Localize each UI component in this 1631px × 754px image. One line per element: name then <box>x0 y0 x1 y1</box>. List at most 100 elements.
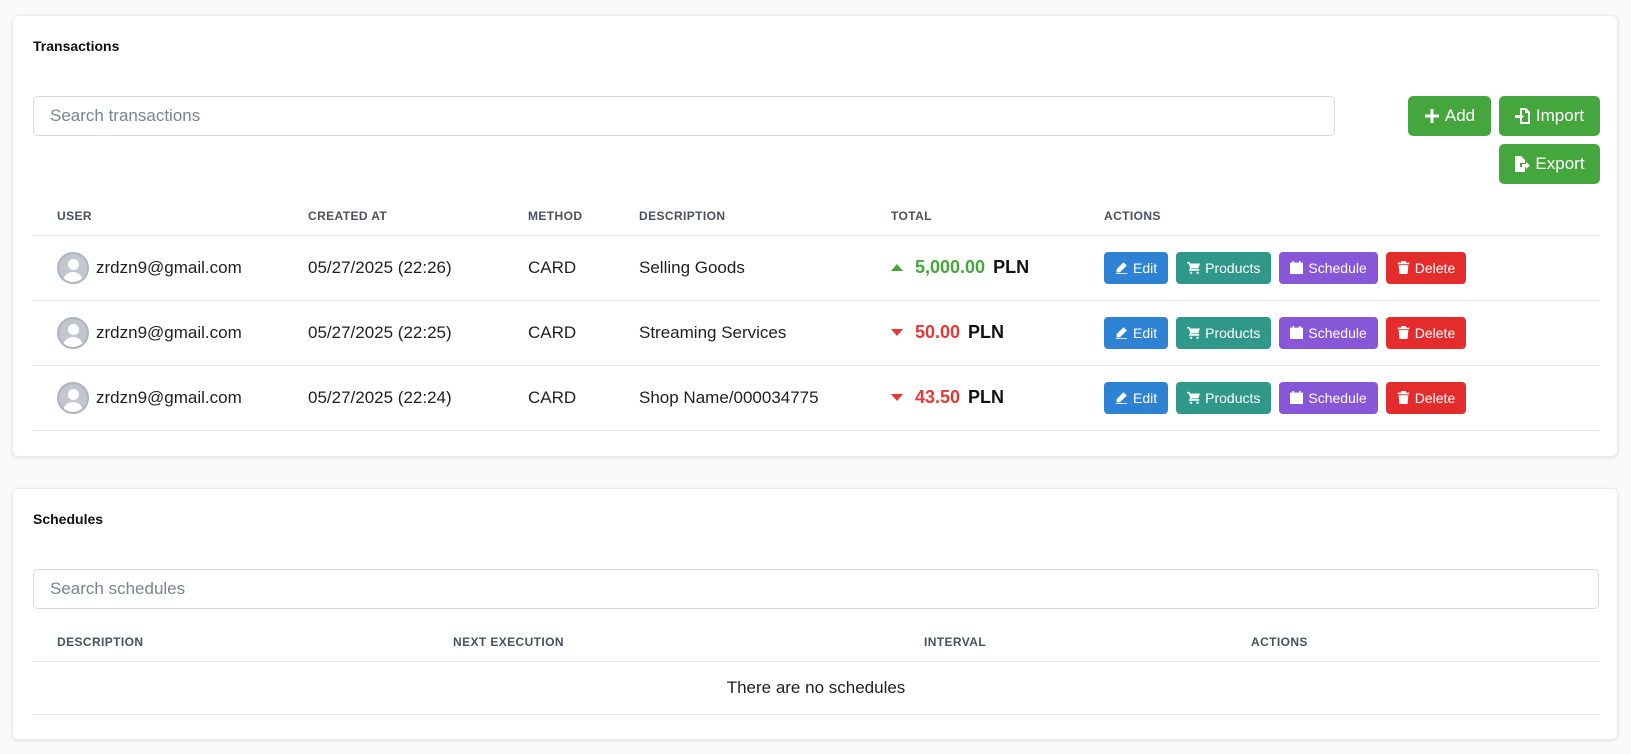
user-email: zrdzn9@gmail.com <box>96 257 242 277</box>
delete-button[interactable]: Delete <box>1385 251 1467 284</box>
table-row: zrdzn9@gmail.com 05/27/2025 (22:26) CARD Se… <box>33 235 1599 301</box>
method-cell: CARD <box>504 300 615 366</box>
edit-button-label: Edit <box>1133 259 1158 276</box>
schedules-title: Schedules <box>33 511 104 527</box>
file-export-icon <box>1515 156 1531 172</box>
delete-button[interactable]: Delete <box>1385 316 1467 349</box>
table-header-row: USER CREATED AT METHOD DESCRIPTION TOTAL… <box>33 197 1599 236</box>
calendar-icon <box>1290 326 1304 339</box>
user-avatar-icon <box>57 251 89 284</box>
edit-button-label: Edit <box>1133 389 1158 406</box>
export-button-label: Export <box>1535 154 1585 173</box>
table-row: zrdzn9@gmail.com 05/27/2025 (22:24) CARD Sh… <box>33 365 1599 431</box>
column-header-description: DESCRIPTION <box>615 197 867 236</box>
schedule-button-label: Schedule <box>1308 324 1367 341</box>
created-at-cell: 05/27/2025 (22:24) <box>284 365 504 431</box>
created-at-cell: 05/27/2025 (22:25) <box>284 300 504 366</box>
table-row: zrdzn9@gmail.com 05/27/2025 (22:25) CARD St… <box>33 300 1599 366</box>
edit-icon <box>1115 327 1128 339</box>
actions-cell: Edit Products Schedule Delete <box>1080 235 1599 301</box>
description-cell: Selling Goods <box>615 235 867 301</box>
total-amount: 43.50 <box>915 387 961 407</box>
search-schedules-input[interactable] <box>33 569 1599 609</box>
user-cell: zrdzn9@gmail.com <box>33 300 284 366</box>
user-avatar-icon <box>57 381 89 414</box>
edit-button[interactable]: Edit <box>1104 251 1169 284</box>
trash-icon <box>1397 261 1409 274</box>
user-email: zrdzn9@gmail.com <box>96 322 242 342</box>
total-amount: 5,000.00 <box>915 257 986 277</box>
total-currency: PLN <box>968 387 1005 407</box>
products-button[interactable]: Products <box>1176 251 1272 284</box>
schedules-card: Schedules DESCRIPTION NEXT EXECUTION INT… <box>12 488 1618 740</box>
total-cell: 43.50 PLN <box>867 365 1080 431</box>
calendar-icon <box>1290 391 1304 404</box>
transactions-table: USER CREATED AT METHOD DESCRIPTION TOTAL… <box>33 197 1599 431</box>
total-amount: 50.00 <box>915 322 961 342</box>
calendar-icon <box>1290 261 1304 274</box>
export-button[interactable]: Export <box>1499 144 1600 184</box>
delete-button[interactable]: Delete <box>1385 381 1467 414</box>
user-email: zrdzn9@gmail.com <box>96 387 242 407</box>
products-button-label: Products <box>1205 324 1261 341</box>
cart-icon <box>1187 261 1201 274</box>
add-button[interactable]: Add <box>1408 96 1491 136</box>
description-cell: Streaming Services <box>615 300 867 366</box>
empty-row: There are no schedules <box>33 661 1599 715</box>
user-cell: zrdzn9@gmail.com <box>33 235 284 301</box>
import-button[interactable]: Import <box>1499 96 1600 136</box>
import-button-label: Import <box>1535 106 1585 125</box>
plus-icon <box>1424 109 1439 123</box>
table-header-row: DESCRIPTION NEXT EXECUTION INTERVAL ACTI… <box>33 623 1599 662</box>
column-header-user: USER <box>33 197 284 236</box>
edit-button[interactable]: Edit <box>1104 381 1169 414</box>
schedule-button-label: Schedule <box>1308 259 1367 276</box>
trash-icon <box>1397 391 1409 404</box>
created-at-cell: 05/27/2025 (22:26) <box>284 235 504 301</box>
add-button-label: Add <box>1444 106 1476 125</box>
products-button[interactable]: Products <box>1176 381 1272 414</box>
delete-button-label: Delete <box>1414 389 1456 406</box>
delete-button-label: Delete <box>1414 324 1456 341</box>
schedule-button[interactable]: Schedule <box>1279 251 1378 284</box>
transactions-card: Transactions Add Import Export USER CREA… <box>12 15 1618 457</box>
file-import-icon <box>1514 108 1530 124</box>
search-transactions-input[interactable] <box>33 96 1335 136</box>
schedule-button[interactable]: Schedule <box>1279 381 1378 414</box>
schedules-table: DESCRIPTION NEXT EXECUTION INTERVAL ACTI… <box>33 623 1599 715</box>
caret-down-icon <box>891 394 903 401</box>
products-button[interactable]: Products <box>1176 316 1272 349</box>
trash-icon <box>1397 326 1409 339</box>
user-avatar-icon <box>57 316 89 349</box>
column-header-interval: INTERVAL <box>900 623 1227 662</box>
user-cell: zrdzn9@gmail.com <box>33 365 284 431</box>
column-header-next-execution: NEXT EXECUTION <box>429 623 900 662</box>
description-cell: Shop Name/000034775 <box>615 365 867 431</box>
total-cell: 5,000.00 PLN <box>867 235 1080 301</box>
edit-icon <box>1115 392 1128 404</box>
method-cell: CARD <box>504 365 615 431</box>
products-button-label: Products <box>1205 389 1261 406</box>
caret-up-icon <box>891 264 903 271</box>
total-currency: PLN <box>993 257 1030 277</box>
cart-icon <box>1187 326 1201 339</box>
method-cell: CARD <box>504 235 615 301</box>
schedule-button[interactable]: Schedule <box>1279 316 1378 349</box>
cart-icon <box>1187 391 1201 404</box>
products-button-label: Products <box>1205 259 1261 276</box>
edit-button[interactable]: Edit <box>1104 316 1169 349</box>
column-header-actions: ACTIONS <box>1227 623 1599 662</box>
column-header-method: METHOD <box>504 197 615 236</box>
actions-cell: Edit Products Schedule Delete <box>1080 365 1599 431</box>
caret-down-icon <box>891 329 903 336</box>
column-header-created-at: CREATED AT <box>284 197 504 236</box>
schedule-button-label: Schedule <box>1308 389 1367 406</box>
edit-icon <box>1115 262 1128 274</box>
actions-cell: Edit Products Schedule Delete <box>1080 300 1599 366</box>
column-header-description: DESCRIPTION <box>33 623 429 662</box>
column-header-total: TOTAL <box>867 197 1080 236</box>
column-header-actions: ACTIONS <box>1080 197 1599 236</box>
total-cell: 50.00 PLN <box>867 300 1080 366</box>
delete-button-label: Delete <box>1414 259 1456 276</box>
transactions-title: Transactions <box>33 38 120 54</box>
